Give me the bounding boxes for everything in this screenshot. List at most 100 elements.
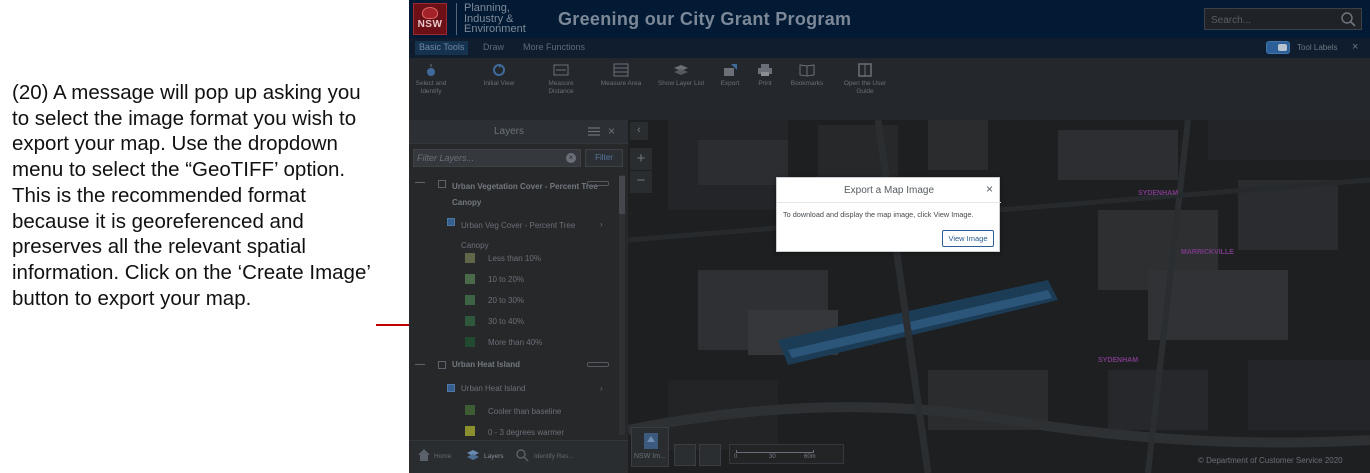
collapse-icon[interactable]: — xyxy=(415,177,425,188)
basemap-icon xyxy=(644,433,658,449)
layer-checkbox[interactable] xyxy=(438,180,446,188)
tool-label: Measure Distance xyxy=(548,80,574,95)
tool-label: Export xyxy=(720,80,740,87)
close-icon[interactable]: × xyxy=(608,124,615,138)
panel-footer-tabs: Home Layers Identify Res... xyxy=(409,440,628,473)
layers-header: Layers × xyxy=(409,120,628,144)
legend-swatch xyxy=(465,316,475,326)
waratah-icon xyxy=(422,7,438,19)
basemap-button[interactable]: NSW Im... xyxy=(631,427,669,467)
layers-icon[interactable] xyxy=(466,448,480,462)
scale-label: 0 xyxy=(734,454,738,460)
map-label: MARRICKVILLE xyxy=(1181,249,1234,256)
layer-group-title: Urban Vegetation Cover - Percent Tree Ca… xyxy=(452,182,598,207)
show-layer-list-button[interactable]: Show Layer List xyxy=(655,63,707,88)
footer-tab-identify[interactable]: Identify Res... xyxy=(534,453,574,460)
map-application: NSW Planning, Industry & Environment Gre… xyxy=(409,0,1370,473)
identify-icon[interactable] xyxy=(515,448,529,462)
view-image-button[interactable]: View Image xyxy=(942,230,994,247)
footer-tab-home[interactable]: Home xyxy=(434,453,451,460)
legend-label: 0 - 3 degrees warmer xyxy=(488,428,565,437)
user-guide-icon xyxy=(858,63,872,77)
close-icon[interactable]: × xyxy=(986,182,993,196)
collapse-icon[interactable]: — xyxy=(415,359,425,370)
nsw-logo: NSW xyxy=(413,3,447,35)
zoom-out-button[interactable]: − xyxy=(630,171,652,193)
tool-label: Show Layer List xyxy=(657,80,705,87)
basemap-label: NSW Im... xyxy=(634,453,666,460)
home-icon[interactable] xyxy=(417,448,431,462)
legend-label: 20 to 30% xyxy=(488,296,525,305)
tab-draw[interactable]: Draw xyxy=(479,41,508,55)
layer-checkbox[interactable] xyxy=(447,218,455,226)
layer-checkbox[interactable] xyxy=(447,384,455,392)
bookmarks-button[interactable]: Bookmarks xyxy=(787,63,827,88)
layer-list-icon xyxy=(674,65,688,75)
select-identify-icon xyxy=(427,64,435,76)
layer-group-title: Urban Heat Island xyxy=(452,360,521,369)
org-line: Environment xyxy=(464,23,526,35)
app-header: NSW Planning, Industry & Environment Gre… xyxy=(409,0,1370,38)
scale-line xyxy=(736,450,814,453)
opacity-slider[interactable] xyxy=(587,181,609,186)
scrollbar-thumb[interactable] xyxy=(619,176,625,214)
map-label: SYDENHAM xyxy=(1138,190,1179,197)
clear-icon[interactable]: × xyxy=(566,153,576,163)
search-box[interactable] xyxy=(1204,8,1362,30)
collapse-panel-button[interactable]: ‹ xyxy=(630,122,648,140)
divider xyxy=(777,202,1001,203)
layers-panel: Layers × × Filter — Urban Vegetation Cov… xyxy=(409,120,628,473)
sublayer-title: Urban Heat Island xyxy=(461,384,526,393)
export-button[interactable]: Export xyxy=(717,63,743,88)
legend-label: More than 40% xyxy=(488,338,543,347)
legend-swatch xyxy=(465,274,475,284)
map-view[interactable]: SYDENHAM MARRICKVILLE SYDENHAM ‹ + − NSW… xyxy=(628,120,1370,473)
print-button[interactable]: Print xyxy=(755,63,775,88)
sublayer-title: Urban Veg Cover - Percent Tree Canopy xyxy=(461,221,576,250)
measure-distance-button[interactable]: Measure Distance xyxy=(539,63,583,96)
dialog-title: Export a Map Image xyxy=(843,185,935,196)
scale-label: 30 xyxy=(769,454,776,460)
legend-label: Less than 10% xyxy=(488,254,541,263)
legend-label: Cooler than baseline xyxy=(488,407,562,416)
layer-checkbox[interactable] xyxy=(438,361,446,369)
menu-icon[interactable] xyxy=(588,126,600,137)
map-tool-button[interactable] xyxy=(674,444,696,466)
filter-button[interactable]: Filter xyxy=(585,149,623,167)
tab-more-functions[interactable]: More Functions xyxy=(519,41,589,55)
toolbar-close-icon[interactable]: × xyxy=(1352,41,1358,53)
map-label: SYDENHAM xyxy=(1098,357,1139,364)
org-name: Planning, Industry & Environment xyxy=(456,3,526,35)
tool-label: Initial View xyxy=(483,80,515,87)
search-input[interactable] xyxy=(1211,13,1331,27)
search-icon[interactable] xyxy=(1340,11,1357,28)
legend-label: 30 to 40% xyxy=(488,317,525,326)
chevron-right-icon[interactable]: › xyxy=(600,220,603,229)
legend-swatch xyxy=(465,405,475,415)
tab-basic-tools[interactable]: Basic Tools xyxy=(415,41,469,55)
select-identify-button[interactable]: Select and Identify xyxy=(413,63,449,96)
measure-area-button[interactable]: Measure Area xyxy=(597,63,645,88)
aerial-imagery[interactable] xyxy=(628,120,1370,473)
layers-title: Layers xyxy=(494,126,525,137)
scale-bar: 0 30 60m xyxy=(729,444,844,464)
legend-swatch xyxy=(465,253,475,263)
footer-tab-layers[interactable]: Layers xyxy=(484,453,504,460)
copyright-text: © Department of Customer Service 2020 xyxy=(1198,456,1343,465)
user-guide-button[interactable]: Open the User Guide xyxy=(839,63,891,96)
legend-swatch xyxy=(465,337,475,347)
slide: (20) A message will pop up asking you to… xyxy=(0,0,1370,473)
zoom-in-button[interactable]: + xyxy=(630,148,652,170)
legend-swatch xyxy=(465,295,475,305)
filter-layers-input[interactable] xyxy=(413,149,581,167)
opacity-slider[interactable] xyxy=(587,362,609,367)
map-tool-button[interactable] xyxy=(699,444,721,466)
tool-labels-toggle[interactable] xyxy=(1266,41,1290,54)
instruction-text: (20) A message will pop up asking you to… xyxy=(12,81,371,310)
layers-scrollbar[interactable] xyxy=(619,175,625,435)
tool-tabs: Basic Tools Draw More Functions Tool Lab… xyxy=(409,38,1370,58)
chevron-right-icon[interactable]: › xyxy=(600,384,603,393)
initial-view-button[interactable]: Initial View xyxy=(479,63,519,88)
print-icon xyxy=(758,64,772,76)
tool-label: Select and Identify xyxy=(415,80,447,95)
